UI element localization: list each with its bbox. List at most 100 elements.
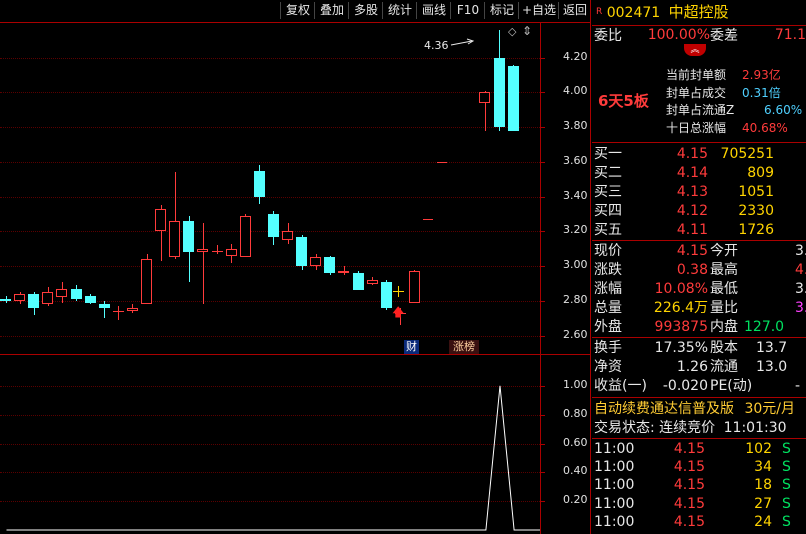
price-gridline xyxy=(0,300,540,302)
candle[interactable] xyxy=(70,288,82,300)
tick-row[interactable]: 11:00 4.15 102 S xyxy=(592,440,806,458)
quote-value-left: 10.08% xyxy=(654,281,708,297)
candle[interactable] xyxy=(507,66,519,131)
quotes-divider xyxy=(592,337,806,338)
price-tick xyxy=(541,300,545,302)
candle[interactable] xyxy=(126,307,138,312)
info-label-right: PE(动) xyxy=(710,378,753,394)
candle[interactable] xyxy=(183,221,195,253)
quote-row: 总量 226.4万量比 3. xyxy=(592,299,806,317)
candle[interactable] xyxy=(267,214,279,237)
weicha-value: 71.1 xyxy=(774,27,806,43)
seal-row-label: 当前封单额 xyxy=(666,68,727,82)
tick-time: 11:00 xyxy=(594,441,635,457)
bid-row[interactable]: 买五 4.11 1726 xyxy=(592,221,806,239)
indicator-chart[interactable] xyxy=(0,355,540,534)
candle[interactable] xyxy=(28,293,40,308)
toolbar-button-4[interactable]: 画线 xyxy=(416,2,451,19)
price-tick xyxy=(541,92,545,94)
candle[interactable] xyxy=(296,236,308,267)
ad-link[interactable]: 自动续费通达信普及版 30元/月 xyxy=(594,400,795,418)
candle[interactable] xyxy=(14,293,26,301)
candle[interactable] xyxy=(338,271,350,274)
candle[interactable] xyxy=(197,248,209,253)
candle[interactable] xyxy=(253,170,265,197)
collapse-toggle-icon[interactable]: ︽ xyxy=(684,44,706,56)
info-label-left: 净资 xyxy=(594,359,622,375)
candle[interactable] xyxy=(112,311,124,313)
candle[interactable] xyxy=(155,208,167,232)
limit-up-list-badge[interactable]: 涨榜 xyxy=(449,340,479,354)
finance-badge[interactable]: 财 xyxy=(404,340,419,354)
toolbar-button-7[interactable]: +自选 xyxy=(518,2,559,19)
bid-row[interactable]: 买三 4.13 1051 xyxy=(592,183,806,201)
candle[interactable] xyxy=(211,250,223,252)
weicha-label: 委差 xyxy=(710,28,738,44)
bid-row[interactable]: 买一 4.15 705251 xyxy=(592,145,806,163)
candle[interactable] xyxy=(282,231,293,241)
candlestick-chart[interactable] xyxy=(0,23,540,353)
quote-label-right: 量比 xyxy=(710,300,738,316)
price-tick-label: 4.00 xyxy=(563,84,588,98)
candle[interactable] xyxy=(310,257,322,267)
bid-row[interactable]: 买四 4.12 2330 xyxy=(592,202,806,220)
price-tick-label: 2.60 xyxy=(563,327,588,341)
tick-row[interactable]: 11:00 4.15 34 S xyxy=(592,458,806,476)
candle[interactable] xyxy=(141,259,152,305)
info-row: 收益(一) -0.020 PE(动) - xyxy=(592,377,806,395)
candle[interactable] xyxy=(352,273,364,291)
info-label-right: 流通 xyxy=(710,359,738,375)
price-gridline xyxy=(0,161,540,163)
toolbar-button-2[interactable]: 多股 xyxy=(348,2,383,19)
bid-volume: 705251 xyxy=(720,146,774,162)
price-gridline xyxy=(0,127,540,129)
price-tick xyxy=(541,161,545,163)
toolbar-button-3[interactable]: 统计 xyxy=(382,2,417,19)
candle[interactable] xyxy=(84,295,96,303)
indicator-tick xyxy=(541,472,545,474)
toolbar-button-0[interactable]: 复权 xyxy=(280,2,315,19)
tick-row[interactable]: 11:00 4.15 24 S xyxy=(592,513,806,531)
candle[interactable] xyxy=(324,257,336,274)
candle[interactable] xyxy=(493,57,505,128)
panel-divider xyxy=(590,0,591,534)
indicator-series-line xyxy=(6,385,540,531)
price-tick xyxy=(541,231,545,233)
quote-label-left: 外盘 xyxy=(594,319,622,335)
toolbar-button-6[interactable]: 标记 xyxy=(484,2,519,19)
candle[interactable] xyxy=(42,292,54,305)
indicator-tick-label: 0.20 xyxy=(563,493,588,507)
trade-status-label: 交易状态: 连续竞价 xyxy=(594,420,716,436)
quote-value-right: 3. xyxy=(795,281,806,297)
bid-price: 4.15 xyxy=(676,146,708,162)
info-row: 换手 17.35% 股本 13.7 xyxy=(592,339,806,357)
bid-volume: 809 xyxy=(747,165,774,181)
candle[interactable] xyxy=(239,215,251,258)
candle[interactable] xyxy=(169,221,181,258)
indicator-tick xyxy=(541,501,545,503)
seal-row-value: 6.60% xyxy=(764,103,803,117)
toolbar-button-5[interactable]: F10 xyxy=(450,2,485,19)
candle[interactable] xyxy=(56,288,68,298)
candle[interactable] xyxy=(366,280,378,284)
candle[interactable] xyxy=(225,248,237,256)
quote-label-left: 涨幅 xyxy=(594,281,622,297)
quote-panel: R 002471 中超控股 委比 100.00% 委差 71.1 ︽ 6天5板 … xyxy=(592,0,806,534)
indicator-tick-label: 0.40 xyxy=(563,464,588,478)
candle[interactable] xyxy=(98,304,110,308)
price-gridline xyxy=(0,196,540,198)
ad-text: 自动续费通达信普及版 xyxy=(594,401,734,417)
candle[interactable] xyxy=(408,271,420,303)
tick-row[interactable]: 11:00 4.15 27 S xyxy=(592,495,806,513)
candle[interactable] xyxy=(380,281,392,308)
candle[interactable] xyxy=(479,92,491,103)
candle[interactable] xyxy=(0,299,11,301)
toolbar-button-1[interactable]: 叠加 xyxy=(314,2,349,19)
tick-row[interactable]: 11:00 4.15 18 S xyxy=(592,476,806,494)
up-down-arrow-icon[interactable]: ⇕ xyxy=(522,24,532,38)
price-gridline xyxy=(0,92,540,94)
quote-label-right: 内盘 xyxy=(710,319,738,335)
toolbar-button-8[interactable]: 返回 xyxy=(558,2,591,19)
bid-row[interactable]: 买二 4.14 809 xyxy=(592,164,806,182)
diamond-icon[interactable]: ◇ xyxy=(508,25,516,38)
